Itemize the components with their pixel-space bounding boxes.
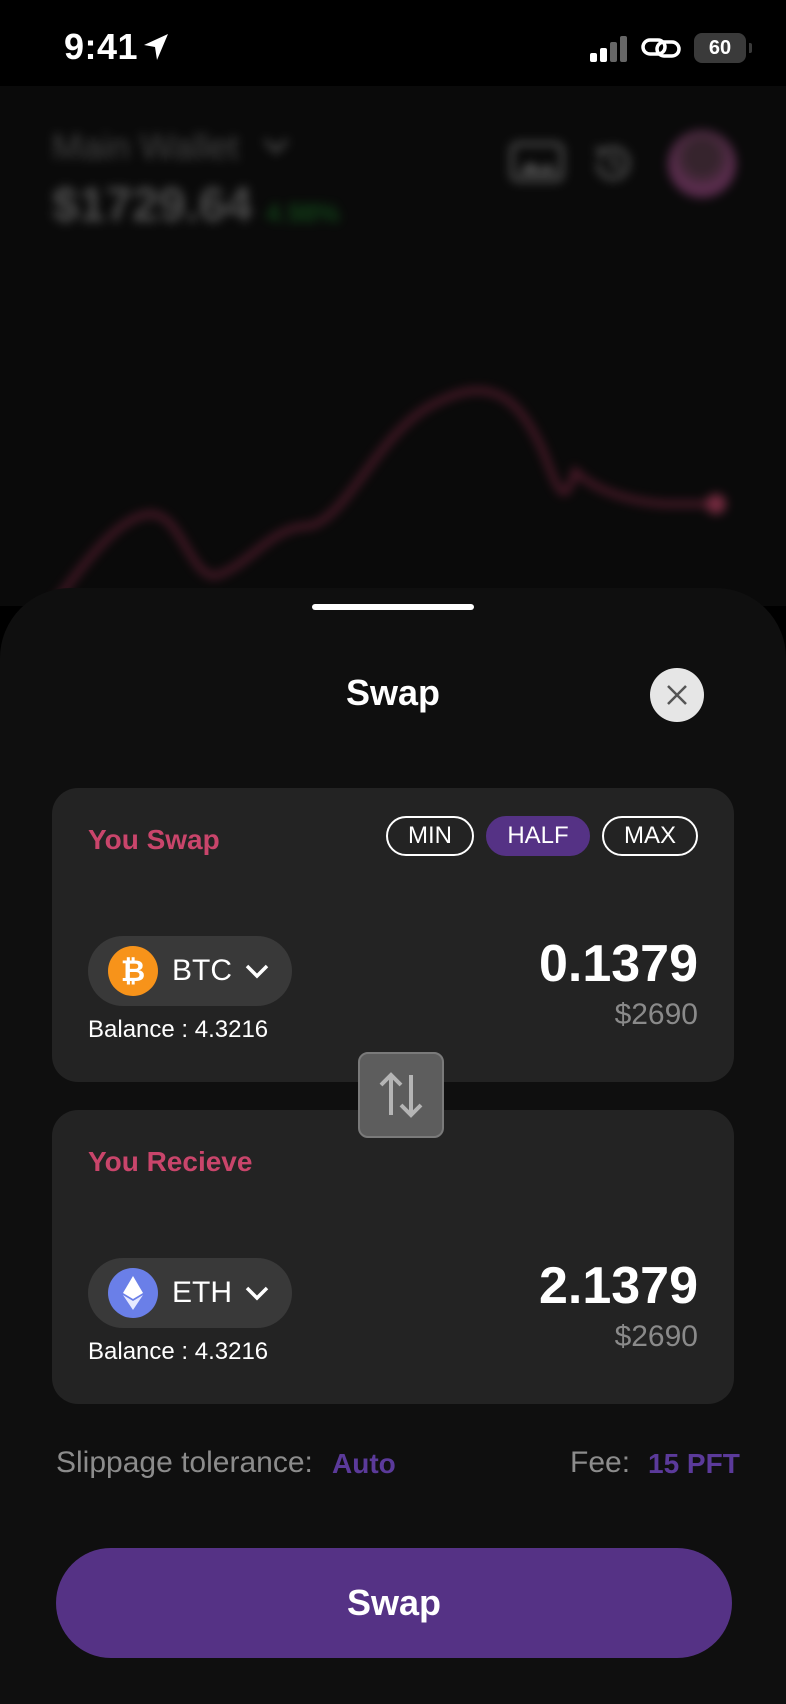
fee-label: Fee: [570, 1446, 631, 1479]
to-balance: Balance : 4.3216 [88, 1338, 269, 1365]
to-token-selector[interactable]: ETH [88, 1258, 292, 1328]
max-button[interactable]: MAX [602, 816, 698, 856]
switch-direction-button[interactable] [358, 1052, 444, 1138]
close-icon [667, 685, 687, 705]
from-token-name: BTC [172, 954, 232, 987]
battery-indicator: 60 [694, 33, 752, 63]
sheet-grabber[interactable] [312, 604, 474, 610]
ethereum-icon [108, 1268, 158, 1318]
status-time: 9:41 [64, 26, 139, 67]
to-amount-usd: $2690 [614, 1320, 698, 1353]
wallet-name: Main Wallet [52, 126, 239, 167]
bitcoin-icon: ₿ [108, 946, 158, 996]
wallet-balance: $1729.64 [52, 179, 253, 232]
swap-from-card: You Swap MIN HALF MAX ₿ BTC Balance : 4.… [52, 788, 734, 1082]
portfolio-chart [49, 387, 726, 606]
slippage-label: Slippage tolerance: [56, 1446, 313, 1479]
half-button[interactable]: HALF [486, 816, 590, 856]
swap-from-label: You Swap [88, 824, 220, 855]
swap-sheet: Swap You Swap MIN HALF MAX ₿ BTC Balance… [0, 588, 786, 1704]
swap-button[interactable]: Swap [56, 1548, 732, 1658]
status-bar: 9:41 60 [0, 0, 786, 96]
background-dashboard: Main Wallet $1729.64 4.98% [0, 86, 786, 606]
from-token-selector[interactable]: ₿ BTC [88, 936, 292, 1006]
to-amount[interactable]: 2.1379 [539, 1256, 698, 1316]
location-arrow-icon [144, 34, 168, 60]
wallet-change: 4.98% [266, 198, 340, 228]
chevron-down-icon [245, 1286, 269, 1301]
cellular-signal-icon [590, 36, 627, 62]
chevron-down-icon [245, 964, 269, 979]
from-amount[interactable]: 0.1379 [539, 934, 698, 994]
from-balance: Balance : 4.3216 [88, 1016, 269, 1043]
history-icon [595, 146, 630, 181]
avatar [668, 130, 736, 198]
fee-value: 15 PFT [648, 1448, 740, 1479]
chevron-down-icon [263, 138, 289, 154]
from-amount-usd: $2690 [614, 998, 698, 1031]
svg-text:₿: ₿ [121, 954, 145, 989]
min-button[interactable]: MIN [386, 816, 474, 856]
link-icon [641, 38, 681, 58]
swap-to-card: You Recieve ETH Balance : 4.3216 2.1379 … [52, 1110, 734, 1404]
swap-to-label: You Recieve [88, 1146, 253, 1177]
image-icon [510, 142, 564, 182]
slippage-value[interactable]: Auto [332, 1448, 396, 1480]
swap-arrows-icon [379, 1072, 423, 1118]
to-token-name: ETH [172, 1276, 232, 1309]
close-button[interactable] [650, 668, 704, 722]
